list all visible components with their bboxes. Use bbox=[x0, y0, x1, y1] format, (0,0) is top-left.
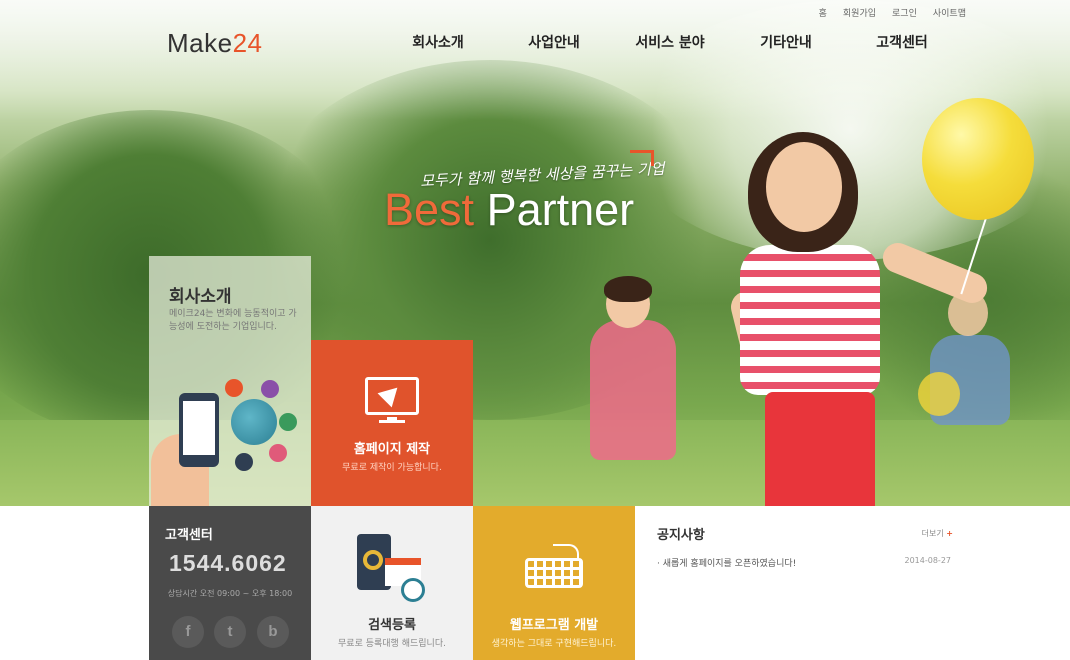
background-child-pink bbox=[590, 320, 676, 460]
search-registration-desc: 무료로 등록대행 해드립니다. bbox=[338, 639, 446, 649]
customer-center-box: 고객센터 1544.6062 상담시간 오전 09:00 ~ 오후 18:00 … bbox=[149, 506, 311, 660]
phone-number: 1544.6062 bbox=[169, 550, 287, 576]
shirt-icon bbox=[225, 379, 243, 397]
notice-item-date: 2014-08-27 bbox=[904, 556, 952, 565]
utility-sitemap-link[interactable]: 사이트맵 bbox=[933, 6, 966, 19]
cup-icon bbox=[261, 380, 279, 398]
blog-icon[interactable]: b bbox=[257, 616, 289, 648]
web-production-desc: 무료로 제작이 가능합니다. bbox=[342, 463, 442, 473]
corner-accent-icon bbox=[630, 150, 654, 166]
about-desc: 메이크24는 변화에 능동적이고 가능성에 도전하는 기업입니다. bbox=[169, 309, 297, 332]
nav-item-business[interactable]: 사업안내 bbox=[496, 32, 612, 52]
nav-item-company[interactable]: 회사소개 bbox=[380, 32, 496, 52]
bra-icon bbox=[235, 453, 253, 471]
nav-item-services[interactable]: 서비스 분야 bbox=[612, 32, 728, 52]
notice-item[interactable]: · 새롭게 홈페이지를 오픈하였습니다! 2014-08-27 bbox=[657, 556, 955, 569]
about-box[interactable]: 회사소개 메이크24는 변화에 능동적이고 가능성에 도전하는 기업입니다. bbox=[149, 256, 311, 506]
yellow-balloon-image bbox=[922, 98, 1034, 220]
girl-image bbox=[740, 245, 880, 395]
site-logo[interactable]: Make24 bbox=[167, 28, 263, 59]
about-title: 회사소개 bbox=[169, 287, 232, 307]
web-development-title: 웹프로그램 개발 bbox=[509, 618, 599, 633]
small-balloon-image bbox=[918, 372, 960, 416]
nav-item-info[interactable]: 기타안내 bbox=[728, 32, 844, 52]
hero-headline: Best Partner bbox=[384, 184, 635, 235]
shoe-icon bbox=[269, 444, 287, 462]
keyboard-icon bbox=[525, 558, 583, 588]
girl-face bbox=[766, 142, 842, 232]
business-hours: 상담시간 오전 09:00 ~ 오후 18:00 bbox=[167, 589, 293, 598]
facebook-icon[interactable]: f bbox=[172, 616, 204, 648]
web-development-desc: 생각하는 그대로 구현해드립니다. bbox=[491, 639, 617, 649]
smartphone-icon bbox=[179, 393, 219, 467]
notice-item-text: · 새롭게 홈페이지를 오픈하였습니다! bbox=[657, 559, 797, 569]
web-development-box[interactable]: 웹프로그램 개발 생각하는 그대로 구현해드립니다. bbox=[473, 506, 635, 660]
main-nav: 회사소개 사업안내 서비스 분야 기타안내 고객센터 bbox=[380, 32, 960, 52]
search-registration-title: 검색등록 bbox=[368, 618, 416, 633]
hat-icon bbox=[279, 413, 297, 431]
clock-icon bbox=[401, 578, 425, 602]
notice-board: 공지사항 더보기 + · 새롭게 홈페이지를 오픈하였습니다! 2014-08-… bbox=[657, 524, 955, 569]
utility-nav: 홈 회원가입 로그인 사이트맵 bbox=[819, 6, 966, 19]
utility-home-link[interactable]: 홈 bbox=[819, 6, 827, 19]
utility-login-link[interactable]: 로그인 bbox=[892, 6, 917, 19]
more-link[interactable]: 더보기 + bbox=[922, 528, 953, 539]
page: Make24 홈 회원가입 로그인 사이트맵 회사소개 사업안내 서비스 분야 … bbox=[0, 0, 1070, 660]
gear-icon bbox=[363, 550, 383, 570]
globe-icon bbox=[231, 399, 277, 445]
customer-center-title: 고객센터 bbox=[165, 528, 213, 543]
utility-signup-link[interactable]: 회원가입 bbox=[843, 6, 876, 19]
web-production-box[interactable]: 홈페이지 제작 무료로 제작이 가능합니다. bbox=[311, 340, 473, 506]
notice-title: 공지사항 bbox=[657, 528, 705, 543]
plus-icon: + bbox=[946, 529, 953, 538]
web-production-title: 홈페이지 제작 bbox=[353, 442, 431, 457]
twitter-icon[interactable]: t bbox=[214, 616, 246, 648]
nav-item-support[interactable]: 고객센터 bbox=[844, 32, 960, 52]
search-registration-box[interactable]: 검색등록 무료로 등록대행 해드립니다. bbox=[311, 506, 473, 660]
